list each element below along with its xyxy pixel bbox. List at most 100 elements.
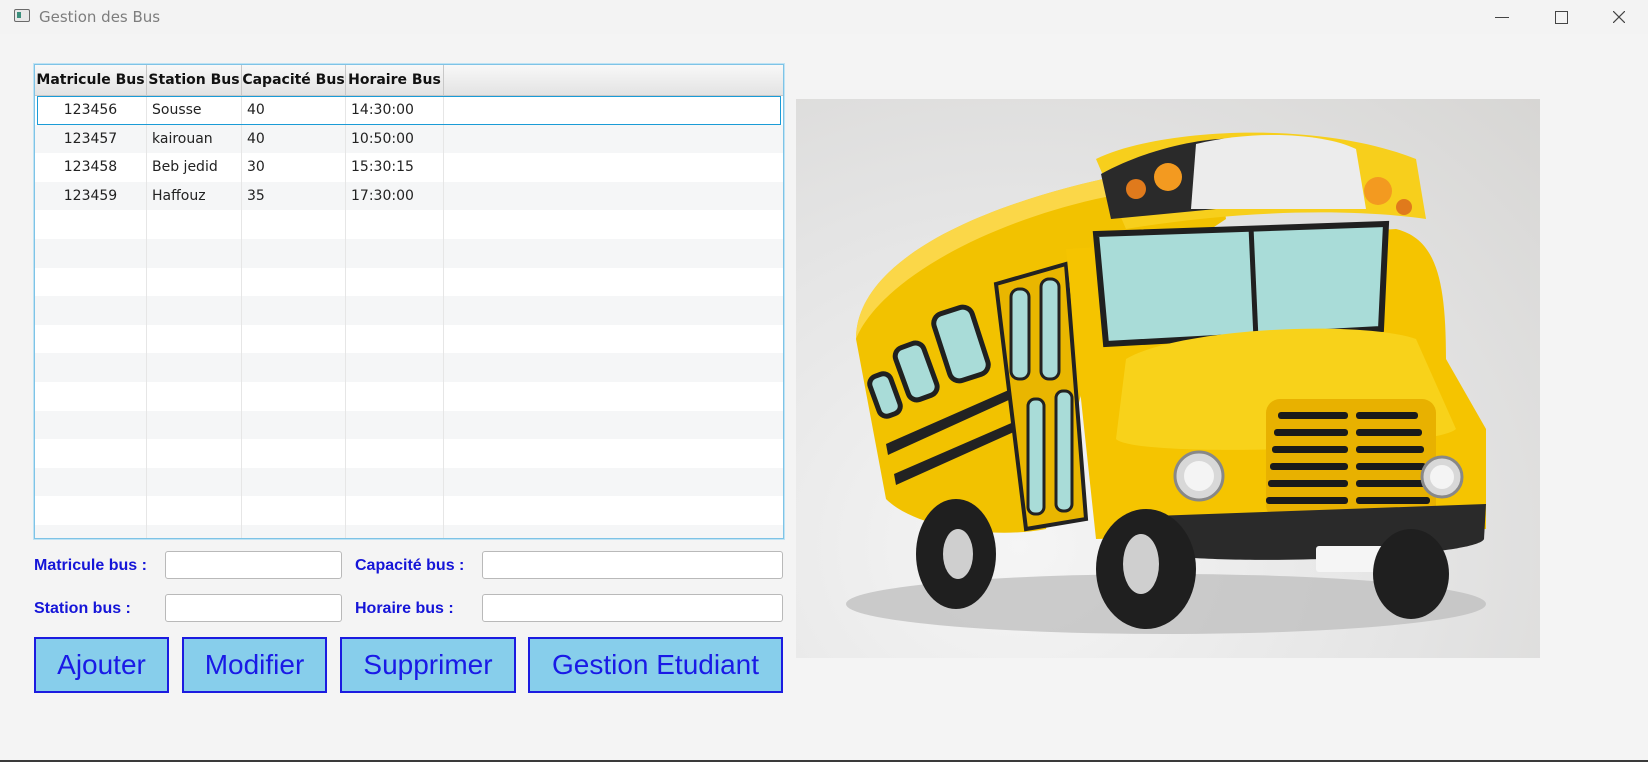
table-body: 123456 Sousse 40 14:30:00 123457 kairouan 40 10…: [35, 96, 783, 538]
table-row-empty[interactable]: [35, 525, 783, 538]
table-cell: [242, 353, 346, 382]
table-row-empty[interactable]: [35, 467, 783, 497]
table-cell: [242, 496, 346, 525]
school-bus-illustration: [796, 99, 1540, 658]
table-row-empty[interactable]: [35, 410, 783, 440]
table-cell: [346, 296, 444, 325]
table-cell: [35, 353, 147, 382]
table-cell: [147, 324, 242, 354]
capacite-label: Capacité bus :: [355, 557, 465, 574]
ajouter-button[interactable]: Ajouter: [34, 637, 169, 693]
supprimer-button[interactable]: Supprimer: [340, 637, 516, 693]
table-cell: [242, 324, 346, 354]
table-row-empty[interactable]: [35, 267, 783, 297]
table-cell: [444, 439, 783, 468]
maximize-icon[interactable]: [1536, 0, 1586, 34]
table-cell: [346, 410, 444, 440]
close-icon[interactable]: [1594, 0, 1644, 34]
table-cell: Sousse: [147, 96, 242, 125]
table-cell: [242, 467, 346, 497]
matricule-input[interactable]: [165, 551, 342, 579]
table-cell: [147, 296, 242, 325]
table-cell: [444, 525, 783, 538]
table-cell: [35, 439, 147, 468]
station-label: Station bus :: [34, 600, 131, 617]
horaire-input[interactable]: [482, 594, 783, 622]
table-row-empty[interactable]: [35, 496, 783, 525]
table-cell: [35, 296, 147, 325]
table-cell: [242, 382, 346, 411]
table-row-empty[interactable]: [35, 353, 783, 382]
horaire-label: Horaire bus :: [355, 600, 454, 617]
table-cell: [346, 324, 444, 354]
column-header-station[interactable]: Station Bus: [147, 65, 242, 95]
table-cell: [242, 439, 346, 468]
table-row-empty[interactable]: [35, 210, 783, 239]
table-cell: [35, 324, 147, 354]
table-cell: [35, 239, 147, 268]
table-cell: [444, 125, 783, 154]
table-cell: [147, 525, 242, 538]
gestion-etudiant-button[interactable]: Gestion Etudiant: [528, 637, 783, 693]
minimize-icon[interactable]: [1477, 0, 1527, 34]
table-cell: [444, 382, 783, 411]
station-input[interactable]: [165, 594, 342, 622]
window-app-icon: [14, 9, 30, 22]
table-cell: [35, 496, 147, 525]
table-cell: [346, 496, 444, 525]
table-cell: [35, 467, 147, 497]
table-cell: 40: [242, 96, 346, 125]
table-cell: Haffouz: [147, 181, 242, 211]
table-row-empty[interactable]: [35, 382, 783, 411]
bus-table[interactable]: Matricule Bus Station Bus Capacité Bus H…: [34, 64, 784, 539]
table-cell: [444, 182, 783, 211]
table-cell: 10:50:00: [346, 124, 444, 154]
table-cell: [242, 296, 346, 325]
table-cell: [147, 239, 242, 268]
table-cell: 123458: [35, 153, 147, 182]
table-cell: [242, 267, 346, 297]
table-cell: [35, 210, 147, 239]
table-cell: [444, 353, 783, 382]
table-row[interactable]: 123457 kairouan 40 10:50:00: [35, 124, 783, 154]
column-header-matricule[interactable]: Matricule Bus: [35, 65, 147, 95]
table-row-empty[interactable]: [35, 296, 783, 325]
table-row[interactable]: 123458 Beb jedid 30 15:30:15: [35, 153, 783, 182]
table-row[interactable]: 123456 Sousse 40 14:30:00: [35, 96, 783, 125]
table-cell: [147, 267, 242, 297]
table-cell: 123456: [35, 96, 147, 125]
table-cell: [242, 210, 346, 239]
window-title: Gestion des Bus: [39, 8, 161, 26]
capacite-input[interactable]: [482, 551, 783, 579]
table-row-empty[interactable]: [35, 439, 783, 468]
table-cell: [242, 239, 346, 268]
title-bar: Gestion des Bus: [0, 0, 1648, 34]
table-row-empty[interactable]: [35, 324, 783, 354]
table-row[interactable]: 123459 Haffouz 35 17:30:00: [35, 181, 783, 211]
table-row-empty[interactable]: [35, 239, 783, 268]
table-cell: [444, 210, 783, 239]
table-cell: [444, 496, 783, 525]
table-cell: [35, 410, 147, 440]
table-cell: [444, 411, 783, 440]
table-cell: [444, 96, 783, 125]
table-cell: [346, 439, 444, 468]
table-cell: 123457: [35, 124, 147, 154]
table-cell: [444, 468, 783, 497]
column-header-capacite[interactable]: Capacité Bus: [242, 65, 346, 95]
column-header-horaire[interactable]: Horaire Bus: [346, 65, 444, 95]
table-cell: [444, 239, 783, 268]
table-cell: Beb jedid: [147, 153, 242, 182]
table-cell: [242, 410, 346, 440]
matricule-label: Matricule bus :: [34, 557, 147, 574]
table-cell: [35, 525, 147, 538]
table-cell: [147, 439, 242, 468]
table-cell: [346, 353, 444, 382]
table-cell: [346, 267, 444, 297]
table-cell: [346, 239, 444, 268]
table-cell: [147, 382, 242, 411]
table-cell: [242, 525, 346, 538]
modifier-button[interactable]: Modifier: [182, 637, 327, 693]
table-cell: [147, 353, 242, 382]
table-cell: 35: [242, 181, 346, 211]
